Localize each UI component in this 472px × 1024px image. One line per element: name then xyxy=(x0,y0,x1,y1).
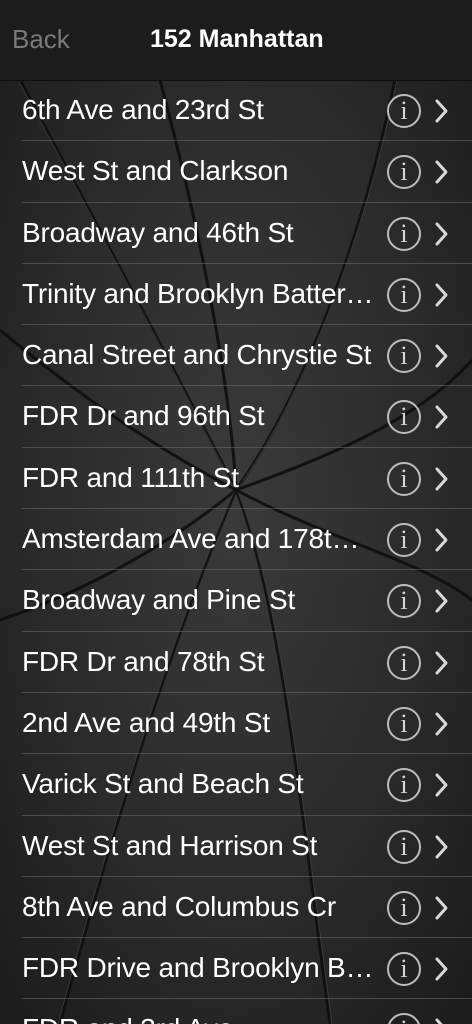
chevron-right-icon[interactable] xyxy=(433,650,451,676)
station-row[interactable]: 2nd Ave and 49th St i xyxy=(0,693,472,755)
station-name: 6th Ave and 23rd St xyxy=(22,94,264,125)
info-circle-icon[interactable]: i xyxy=(387,890,421,925)
station-name: FDR and 111th St xyxy=(22,461,239,493)
info-circle-icon[interactable]: i xyxy=(387,523,421,558)
station-row[interactable]: FDR Dr and 96th St i xyxy=(0,386,472,449)
info-circle-icon[interactable]: i xyxy=(387,768,421,803)
station-name: FDR Dr and 96th St xyxy=(22,400,265,432)
station-name: FDR Dr and 78th St xyxy=(22,645,265,677)
chevron-right-icon[interactable] xyxy=(433,404,451,430)
station-name: 2nd Ave and 49th St xyxy=(22,706,270,738)
info-circle-icon[interactable]: i xyxy=(387,706,421,741)
info-circle-icon[interactable]: i xyxy=(387,94,421,128)
info-circle-icon[interactable]: i xyxy=(387,339,421,374)
station-row[interactable]: Broadway and Pine St i xyxy=(0,570,472,632)
chevron-right-icon[interactable] xyxy=(433,834,451,860)
station-row[interactable]: Broadway and 46th St i xyxy=(0,203,472,265)
station-row[interactable]: FDR and 111th St i xyxy=(0,448,472,510)
station-row[interactable]: Amsterdam Ave and 178th St i xyxy=(0,509,472,571)
station-name: Amsterdam Ave and 178th St xyxy=(22,523,374,555)
station-row[interactable]: Trinity and Brooklyn Batter… i xyxy=(0,264,472,326)
chevron-right-icon[interactable] xyxy=(433,282,451,308)
chevron-right-icon[interactable] xyxy=(433,772,451,798)
station-row[interactable]: 8th Ave and Columbus Cr i xyxy=(0,877,472,939)
chevron-right-icon[interactable] xyxy=(433,588,451,614)
chevron-right-icon[interactable] xyxy=(433,343,451,369)
station-row[interactable]: FDR Dr and 78th St i xyxy=(0,632,472,694)
station-name: Canal Street and Chrystie St xyxy=(22,339,372,371)
info-circle-icon[interactable]: i xyxy=(387,155,421,190)
chevron-right-icon[interactable] xyxy=(433,466,451,492)
station-name: Broadway and 46th St xyxy=(22,216,294,248)
chevron-right-icon[interactable] xyxy=(433,895,451,921)
page-title: 152 Manhattan xyxy=(150,25,324,53)
info-circle-icon[interactable]: i xyxy=(387,461,421,496)
info-circle-icon[interactable]: i xyxy=(387,277,421,312)
station-name: 8th Ave and Columbus Cr xyxy=(22,890,336,922)
station-row[interactable]: West St and Harrison St i xyxy=(0,816,472,878)
chevron-right-icon[interactable] xyxy=(433,711,451,737)
navigation-bar: Back 152 Manhattan xyxy=(0,0,472,81)
info-circle-icon[interactable]: i xyxy=(387,216,421,251)
station-row[interactable]: FDR and 3rd Ave i xyxy=(0,999,472,1024)
info-circle-icon[interactable]: i xyxy=(387,400,421,435)
station-row[interactable]: Varick St and Beach St i xyxy=(0,754,472,816)
info-circle-icon[interactable]: i xyxy=(387,584,421,619)
station-name: West St and Clarkson xyxy=(22,155,289,187)
station-name: Broadway and Pine St xyxy=(22,584,296,616)
station-list: 6th Ave and 23rd St i West St and Clarkson… xyxy=(0,80,472,1024)
back-button[interactable]: Back xyxy=(12,24,70,55)
station-row[interactable]: FDR Drive and Brooklyn Br… i xyxy=(0,938,472,1000)
chevron-right-icon[interactable] xyxy=(433,159,451,185)
info-circle-icon[interactable]: i xyxy=(387,952,421,987)
chevron-right-icon[interactable] xyxy=(433,1017,451,1024)
station-name: FDR and 3rd Ave xyxy=(22,1011,374,1024)
info-circle-icon[interactable]: i xyxy=(387,1013,421,1024)
chevron-right-icon[interactable] xyxy=(433,527,451,553)
info-circle-icon[interactable]: i xyxy=(387,645,421,680)
station-name: FDR Drive and Brooklyn Br… xyxy=(22,952,374,984)
station-row[interactable]: West St and Clarkson i xyxy=(0,141,472,203)
chevron-right-icon[interactable] xyxy=(433,98,451,124)
chevron-right-icon[interactable] xyxy=(433,221,451,247)
chevron-right-icon[interactable] xyxy=(433,956,451,982)
station-row[interactable]: Canal Street and Chrystie St i xyxy=(0,325,472,387)
info-circle-icon[interactable]: i xyxy=(387,829,421,864)
app-screen: Back 152 Manhattan 6th Ave and 23rd St i W… xyxy=(0,0,472,1024)
station-name: Varick St and Beach St xyxy=(22,768,304,800)
station-name: Trinity and Brooklyn Batter… xyxy=(22,277,374,309)
station-row[interactable]: 6th Ave and 23rd St i xyxy=(0,80,472,142)
station-name: West St and Harrison St xyxy=(22,829,318,861)
